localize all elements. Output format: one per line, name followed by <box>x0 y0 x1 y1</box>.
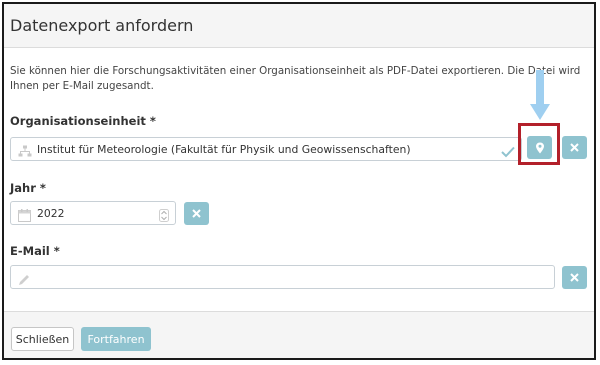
org-unit-value: Institut für Meteorologie (Fakultät für … <box>37 143 411 156</box>
close-icon <box>192 209 201 218</box>
close-icon <box>570 273 579 282</box>
dialog-description: Sie können hier die Forschungsaktivitäte… <box>10 65 581 92</box>
dialog-title: Datenexport anfordern <box>10 16 194 35</box>
org-unit-label: Organisationseinheit * <box>10 114 156 128</box>
dialog-footer: Schließen Fortfahren <box>4 311 594 358</box>
continue-button[interactable]: Fortfahren <box>81 327 151 351</box>
year-label: Jahr * <box>10 181 46 195</box>
clear-email-button[interactable] <box>562 266 587 289</box>
close-icon <box>570 143 579 152</box>
highlight-box <box>518 123 560 165</box>
clear-org-button[interactable] <box>562 136 587 159</box>
dialog: Datenexport anfordern Sie können hier di… <box>2 2 596 360</box>
year-value: 2022 <box>37 207 65 220</box>
dialog-header: Datenexport anfordern <box>4 4 594 48</box>
email-field[interactable] <box>10 265 555 289</box>
arrow-down-icon <box>530 70 550 126</box>
spinner-icon[interactable] <box>159 207 169 226</box>
calendar-icon <box>18 207 31 226</box>
year-field[interactable]: 2022 <box>10 201 176 225</box>
close-button[interactable]: Schließen <box>11 327 74 351</box>
check-icon <box>501 143 515 162</box>
pencil-icon <box>18 271 30 290</box>
email-label: E-Mail * <box>10 244 60 258</box>
org-tree-icon <box>18 143 32 162</box>
clear-year-button[interactable] <box>184 202 209 225</box>
org-unit-field[interactable]: Institut für Meteorologie (Fakultät für … <box>10 137 522 161</box>
